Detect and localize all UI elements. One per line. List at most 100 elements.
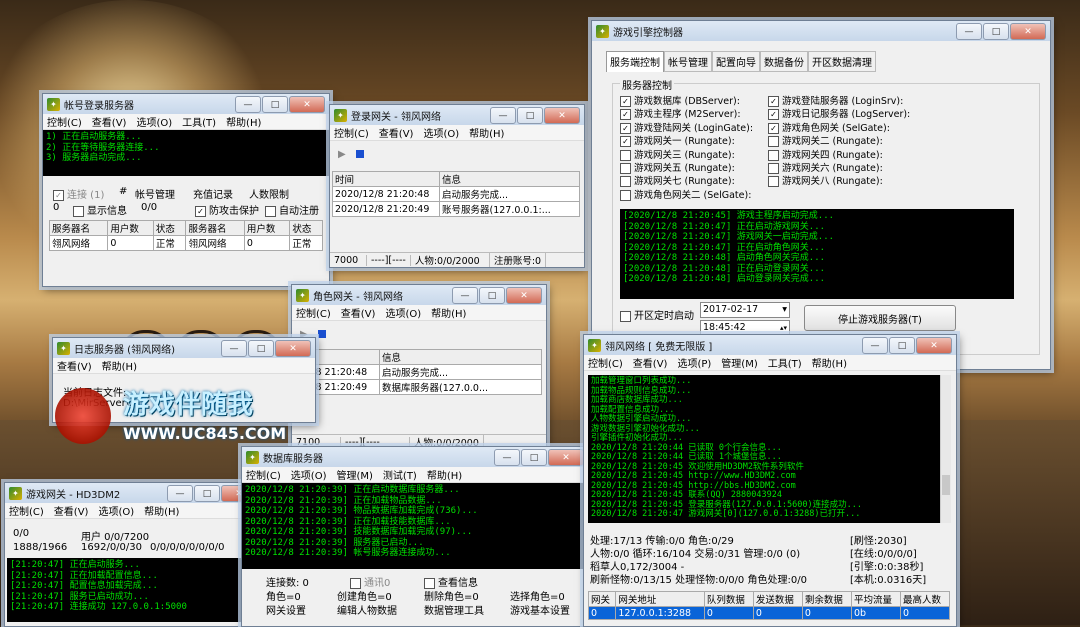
minimize-button[interactable]: — [235,96,261,113]
menu-view[interactable]: 查看(V) [92,114,127,129]
close-button[interactable]: ✕ [1010,23,1046,40]
server-check-left-4[interactable]: 游戏网关三 (Rungate): [620,149,753,162]
tab-config-wizard[interactable]: 配置向导 [712,51,760,72]
server-check-left-3[interactable]: ✓ 游戏网关一 (Rungate): [620,135,753,148]
menu-options[interactable]: 选项(P) [677,355,711,370]
menu-manage[interactable]: 管理(M) [336,467,372,482]
checkbox-icon[interactable]: ✓ [620,136,631,148]
tab-server-control[interactable]: 服务端控制 [606,51,664,72]
server-check-left-2[interactable]: ✓ 游戏登陆网关 (LoginGate): [620,122,753,135]
maximize-button[interactable]: □ [262,96,288,113]
stop-icon[interactable] [355,150,364,158]
vertical-scrollbar[interactable] [940,375,951,523]
menu-control[interactable]: 控制(C) [9,503,44,518]
timer-checkbox[interactable]: 开区定时启动 [634,311,694,322]
menu-help[interactable]: 帮助(H) [102,358,137,373]
show-info-checkbox[interactable]: 显示信息 [87,206,127,217]
data-tool-button[interactable]: 数据管理工具 [424,602,484,617]
account-login-server-window[interactable]: ✦ 帐号登录服务器 — □ ✕ 控制(C) 查看(V) 选项(O) 工具(T) 帮助(H) 1… [42,93,330,287]
minimize-button[interactable]: — [452,287,478,304]
close-button[interactable]: ✕ [548,449,584,466]
recharge-log-link[interactable]: 充值记录 [193,186,233,201]
menu-control[interactable]: 控制(C) [47,114,82,129]
stop-server-button[interactable]: 停止游戏服务器(T) [804,305,956,331]
game-settings-button[interactable]: 游戏基本设置 [510,602,570,617]
checkbox-icon[interactable] [620,163,631,175]
checkbox-icon[interactable]: ✓ [620,109,631,121]
menu-options[interactable]: 选项(O) [136,114,172,129]
maximize-button[interactable]: □ [521,449,547,466]
account-manage-link[interactable]: 帐号管理 [135,186,175,201]
table-row[interactable]: 0 127.0.0.1:3288 0 0 0 0b 0 [587,606,951,620]
role-gate-window[interactable]: ✦ 角色网关 - 翎风网络 — □ ✕ 控制(C) 查看(V) 选项(O) 帮助(H) ▶ … [291,284,547,450]
menu-options[interactable]: 选项(O) [98,503,134,518]
server-check-right-3[interactable]: 游戏网关二 (Rungate): [768,135,910,148]
db-server-window[interactable]: ✦ 数据库服务器 — □ ✕ 控制(C) 选项(O) 管理(M) 测试(T) 帮助(H) 20… [241,446,589,627]
server-check-left-0[interactable]: ✓ 游戏数据库 (DBServer): [620,95,753,108]
auto-register-checkbox[interactable]: 自动注册 [279,206,319,217]
checkbox-icon[interactable]: ✓ [620,96,631,107]
edit-character-button[interactable]: 编辑人物数据 [337,602,397,617]
menu-control[interactable]: 控制(C) [588,355,623,370]
login-gate-window[interactable]: ✦ 登录网关 - 翎风网络 — □ ✕ 控制(C) 查看(V) 选项(O) 帮助(H) ▶ … [329,104,585,268]
anti-attack-checkbox[interactable]: 防攻击保护 [209,206,259,217]
menu-control[interactable]: 控制(C) [334,125,369,140]
menu-test[interactable]: 测试(T) [383,467,417,482]
menu-options[interactable]: 选项(O) [423,125,459,140]
maximize-button[interactable]: □ [889,337,915,354]
chevron-down-icon[interactable]: ▾ [782,303,787,317]
server-check-left-1[interactable]: ✓ 游戏主程序 (M2Server): [620,108,753,121]
checkbox-icon[interactable] [768,136,779,148]
date-picker[interactable]: 2017-02-17 ▾ [700,302,790,318]
server-check-right-5[interactable]: 游戏网关六 (Rungate): [768,162,910,175]
stop-icon[interactable] [317,330,326,338]
server-check-right-2[interactable]: ✓ 游戏角色网关 (SelGate): [768,122,910,135]
menu-help[interactable]: 帮助(H) [226,114,261,129]
server-check-right-0[interactable]: ✓ 游戏登陆服务器 (LoginSrv): [768,95,910,108]
checkbox-icon[interactable]: ✓ [768,109,779,121]
menu-tools[interactable]: 工具(T) [768,355,802,370]
close-button[interactable]: ✕ [289,96,325,113]
menu-view[interactable]: 查看(V) [57,358,92,373]
minimize-button[interactable]: — [221,340,247,357]
maximize-button[interactable]: □ [194,485,220,502]
main-server-window[interactable]: ✦ 翎风网络 [ 免费无限版 ] — □ ✕ 控制(C) 查看(V) 选项(P) 管理(M)… [583,334,957,627]
menu-help[interactable]: 帮助(H) [144,503,179,518]
close-button[interactable]: ✕ [275,340,311,357]
server-check-left-7[interactable]: 游戏角色网关二 (SelGate): [620,189,753,202]
minimize-button[interactable]: — [862,337,888,354]
server-check-right-1[interactable]: ✓ 游戏日记服务器 (LogServer): [768,108,910,121]
menu-control[interactable]: 控制(C) [296,305,331,320]
spinner-icon[interactable]: ▴▾ [780,321,787,335]
menu-help[interactable]: 帮助(H) [427,467,462,482]
checkbox-icon[interactable] [768,149,779,161]
engine-controller-window[interactable]: ✦ 游戏引擎控制器 — □ ✕ 服务端控制 帐号管理 配置向导 数据备份 开区数据清理… [591,20,1051,370]
menu-view[interactable]: 查看(V) [633,355,668,370]
menu-view[interactable]: 查看(V) [341,305,376,320]
maximize-button[interactable]: □ [517,107,543,124]
play-icon[interactable]: ▶ [338,149,346,160]
tab-account-manage[interactable]: 帐号管理 [664,51,712,72]
close-button[interactable]: ✕ [544,107,580,124]
menu-manage[interactable]: 管理(M) [721,355,757,370]
menu-options[interactable]: 选项(O) [291,467,327,482]
checkbox-icon[interactable] [768,163,779,175]
checkbox-icon[interactable]: ✓ [620,122,631,134]
maximize-button[interactable]: □ [248,340,274,357]
game-gate-window[interactable]: ✦ 游戏网关 - HD3DM2 — □ ✕ 控制(C) 查看(V) 选项(O) 帮助(H) … [4,482,262,627]
maximize-button[interactable]: □ [479,287,505,304]
gate-settings-button[interactable]: 网关设置 [266,602,306,617]
close-button[interactable]: ✕ [916,337,952,354]
checkbox-icon[interactable] [768,176,779,188]
minimize-button[interactable]: — [494,449,520,466]
maximize-button[interactable]: □ [983,23,1009,40]
menu-options[interactable]: 选项(O) [385,305,421,320]
minimize-button[interactable]: — [956,23,982,40]
checkbox-icon[interactable]: ✓ [768,96,779,107]
server-check-right-6[interactable]: 游戏网关八 (Rungate): [768,175,910,188]
server-check-left-6[interactable]: 游戏网关七 (Rungate): [620,175,753,188]
close-button[interactable]: ✕ [506,287,542,304]
server-check-right-4[interactable]: 游戏网关四 (Rungate): [768,149,910,162]
minimize-button[interactable]: — [490,107,516,124]
menu-tools[interactable]: 工具(T) [182,114,216,129]
